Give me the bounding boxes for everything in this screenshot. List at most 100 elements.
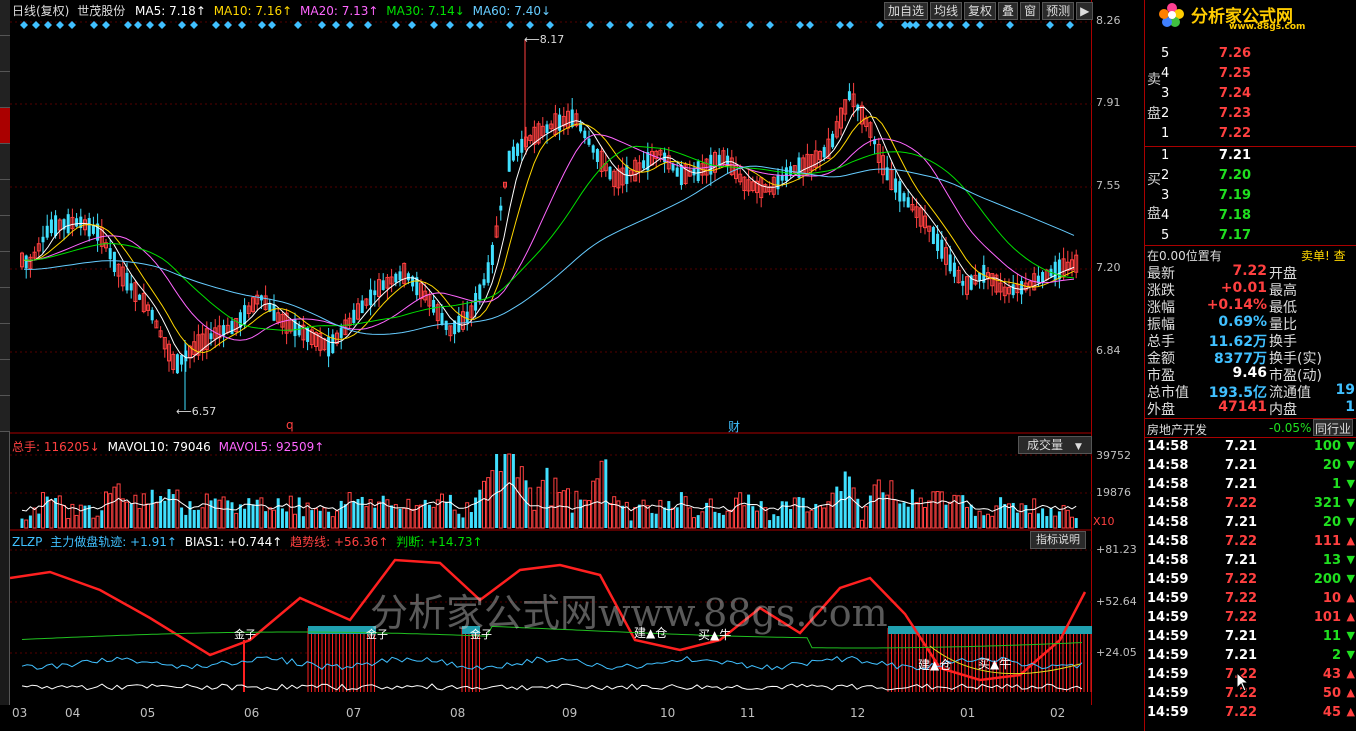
volume-bar (175, 489, 180, 529)
volume-bar (314, 508, 318, 529)
volume-bar (213, 498, 217, 528)
volume-dropdown[interactable]: 成交量 ▼ (1018, 436, 1092, 454)
volume-bar (163, 500, 167, 528)
left-tab-8[interactable] (0, 252, 10, 288)
arrow-up-icon: ▲ (1346, 667, 1355, 680)
stat-row: 涨跌 +0.01 最高 (1147, 280, 1356, 299)
month-label: 02 (1050, 706, 1066, 720)
volume-bar (999, 497, 1003, 528)
volume-bar (360, 496, 364, 528)
volume-bar (667, 501, 671, 528)
volume-bar (624, 501, 629, 529)
month-label: 01 (960, 706, 976, 720)
finance-marker[interactable]: 财 (728, 418, 740, 435)
left-tab-7[interactable] (0, 216, 10, 252)
signal-diamond (212, 21, 220, 29)
volume-bar (545, 467, 549, 528)
volume-bar (721, 514, 725, 528)
indicator-help-button[interactable]: 指标说明 (1030, 531, 1086, 549)
predict-button[interactable]: 预测 (1042, 2, 1075, 20)
stat-row: 市盈 9.46 市盈(动) (1147, 365, 1356, 384)
indicator-name[interactable]: ZLZP (12, 535, 42, 549)
tick-row: 14:58 7.21 20 ▼ (1147, 515, 1355, 534)
volume-bar (511, 454, 515, 528)
candle-body (1053, 261, 1057, 281)
volume-bar (20, 518, 24, 528)
left-tab-11[interactable] (0, 360, 10, 396)
window-button[interactable]: 窗 (1020, 2, 1041, 20)
indicator-tick: +52.64 (1096, 595, 1137, 608)
left-tab-10[interactable] (0, 324, 10, 360)
tick-price: 7.21 (1225, 477, 1258, 492)
volume-bar (57, 495, 62, 529)
volume-bar (209, 500, 213, 528)
candle-body (511, 146, 515, 161)
left-tab-3[interactable] (0, 72, 10, 108)
volume-bar (120, 498, 125, 529)
arrow-down-icon: ▼ (1346, 553, 1355, 566)
left-tab-9[interactable] (0, 288, 10, 324)
left-tab-6[interactable] (0, 180, 10, 216)
volume-bar (582, 499, 587, 529)
volume-bar (398, 508, 402, 528)
volume-tick: 19876 (1096, 486, 1131, 499)
left-tab-12[interactable] (0, 396, 10, 432)
signal-diamond (506, 21, 514, 29)
month-label: 06 (244, 706, 260, 720)
left-tab-2[interactable] (0, 36, 10, 72)
volume-bar (431, 506, 436, 529)
candle-body (1057, 259, 1061, 280)
left-tab-1[interactable] (0, 0, 10, 36)
tick-time: 14:59 (1147, 629, 1189, 644)
signal-diamond (936, 21, 944, 29)
signal-diamond (56, 21, 64, 29)
stat-value: 47141 (1218, 399, 1267, 415)
volume-bar (679, 492, 683, 528)
signal-gold: 金子 (234, 628, 256, 641)
signal-diamond (912, 21, 920, 29)
play-arrow-icon[interactable]: ▶ (1076, 2, 1094, 20)
volume-bar (37, 513, 41, 528)
volume-bar (789, 508, 793, 528)
volume-bar (881, 492, 885, 528)
left-tab-5[interactable] (0, 144, 10, 180)
adjust-button[interactable]: 复权 (964, 2, 997, 20)
signal-diamond (332, 21, 340, 29)
candle-body (369, 289, 373, 306)
volume-bar (267, 507, 272, 529)
volume-bar (1015, 512, 1019, 528)
tick-volume: 321 (1313, 496, 1341, 511)
high-value: 8.17 (539, 33, 565, 46)
sector-name[interactable]: 房地产开发 (1147, 421, 1207, 438)
volume-bar (708, 498, 713, 529)
bid-row: 2 7.20 (1161, 168, 1351, 188)
month-label: 04 (65, 706, 81, 720)
candle-body (91, 225, 95, 234)
signal-diamond (32, 21, 40, 29)
volume-bar (339, 500, 343, 528)
volume-bar (898, 503, 902, 528)
volume-bar (280, 508, 284, 528)
candle-body (978, 272, 982, 281)
add-watchlist-button[interactable]: 加自选 (884, 2, 929, 20)
volume-bar (1024, 505, 1028, 528)
signal-diamond (546, 21, 554, 29)
candle-body (381, 280, 385, 290)
position-right[interactable]: 卖单! 查 (1301, 247, 1346, 264)
candle-body (75, 218, 79, 227)
volume-bar (671, 507, 675, 529)
ma-button[interactable]: 均线 (930, 2, 963, 20)
volume-bar (864, 506, 869, 529)
volume-bar (751, 506, 755, 528)
same-industry-button[interactable]: 同行业 (1313, 419, 1353, 436)
candle-body (558, 114, 562, 131)
stat-value: 7.22 (1232, 263, 1267, 279)
low-marker: ⟵6.57 (176, 405, 217, 418)
left-tab-kline[interactable] (0, 108, 10, 144)
signal-diamond (976, 21, 984, 29)
month-label: 09 (562, 706, 578, 720)
candle-body (583, 130, 587, 139)
arrow-down-icon: ▼ (1346, 572, 1355, 585)
volume-bar (696, 515, 700, 528)
overlay-button[interactable]: 叠 (998, 2, 1019, 20)
